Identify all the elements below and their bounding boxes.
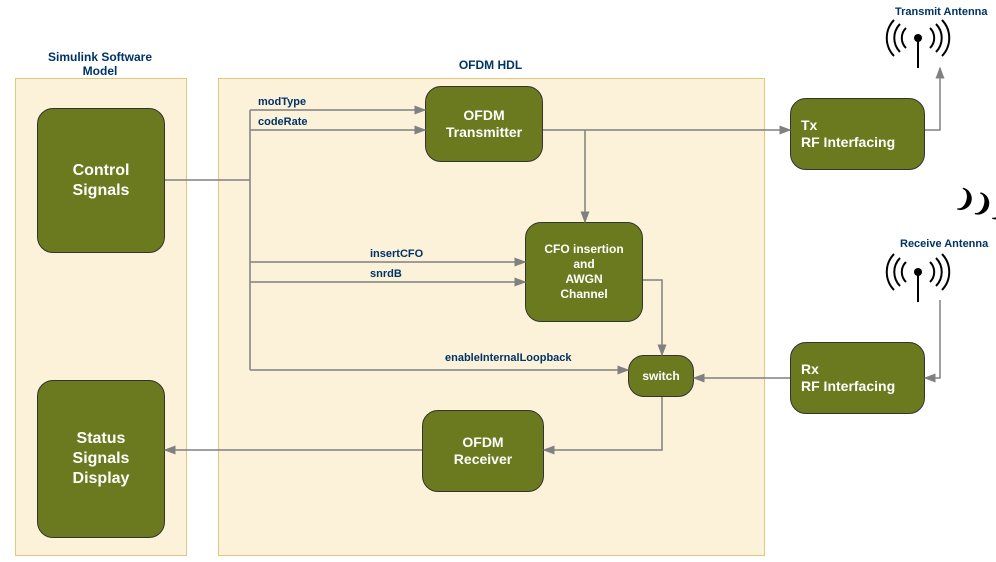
- label-receive-antenna: Receive Antenna: [900, 238, 988, 250]
- region-simulink-label: Simulink Software Model: [15, 50, 185, 78]
- rf-waves-icon: ❩❩❩: [952, 183, 996, 225]
- label-coderate: codeRate: [258, 116, 308, 128]
- block-tx-rf: Tx RF Interfacing: [790, 98, 925, 170]
- label-snrdb: snrdB: [370, 268, 402, 280]
- block-ofdm-receiver: OFDM Receiver: [422, 410, 544, 492]
- region-ofdm-hdl-label: OFDM HDL: [218, 58, 763, 72]
- diagram-root: Simulink Software Model OFDM HDL Control…: [0, 0, 996, 562]
- block-rx-rf: Rx RF Interfacing: [790, 342, 925, 414]
- label-modtype: modType: [258, 96, 306, 108]
- block-cfo-awgn: CFO insertion and AWGN Channel: [525, 222, 643, 322]
- block-switch: switch: [628, 355, 694, 397]
- receive-antenna-icon: [887, 254, 949, 302]
- label-insertcfo: insertCFO: [370, 248, 423, 260]
- label-transmit-antenna: Transmit Antenna: [895, 6, 988, 18]
- transmit-antenna-icon: [887, 20, 949, 68]
- block-control-signals: Control Signals: [37, 108, 165, 253]
- block-ofdm-transmitter: OFDM Transmitter: [425, 86, 543, 162]
- block-status-display: Status Signals Display: [37, 380, 165, 538]
- label-enable-loopback: enableInternalLoopback: [445, 352, 572, 364]
